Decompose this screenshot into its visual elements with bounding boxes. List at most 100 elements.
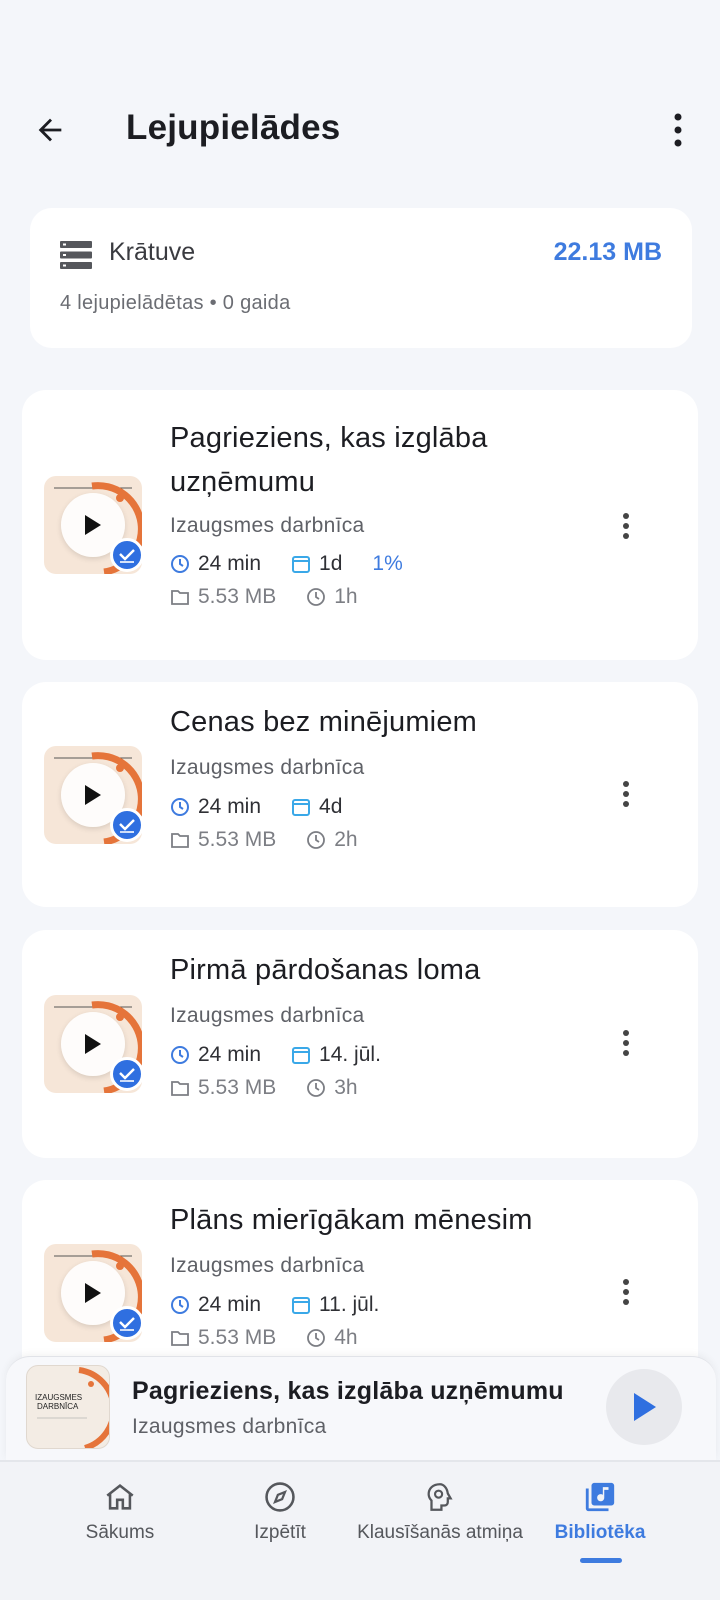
- episode-meta-secondary: 5.53 MB 2h: [170, 828, 388, 852]
- episode-thumbnail[interactable]: [44, 476, 144, 574]
- downloaded-badge: [110, 538, 144, 572]
- compass-icon: [265, 1482, 295, 1512]
- calendar-icon: [292, 1047, 311, 1064]
- more-vertical-icon: [674, 113, 682, 147]
- episode-author: Izaugsmes darbnīca: [170, 756, 365, 779]
- check-icon: [119, 1317, 135, 1331]
- brain-gear-icon: [427, 1483, 453, 1511]
- episode-author: Izaugsmes darbnīca: [170, 1004, 365, 1027]
- clock-icon: [171, 1046, 189, 1064]
- episode-meta-primary: 24 min 11. jūl.: [170, 1293, 409, 1317]
- storage-card: Krātuve 22.13 MB 4 lejupielādētas • 0 ga…: [30, 208, 692, 348]
- episode-meta-secondary: 5.53 MB 4h: [170, 1326, 388, 1350]
- file-size: 5.53 MB: [170, 828, 276, 852]
- mini-player-cover: IZAUGSMES DARBNĪCA: [26, 1365, 110, 1449]
- time-ago: 2h: [306, 828, 358, 852]
- nav-label: Sākums: [85, 1522, 155, 1543]
- storage-icon: [60, 241, 92, 269]
- episode-thumbnail[interactable]: [44, 746, 144, 844]
- play-icon: [634, 1393, 656, 1421]
- calendar-icon: [292, 556, 311, 573]
- episode-thumbnail[interactable]: [44, 1244, 144, 1342]
- time-ago: 4h: [306, 1326, 358, 1350]
- nav-item-explore[interactable]: Izpētīt: [190, 1480, 370, 1544]
- clock-icon: [307, 588, 326, 606]
- episode-meta-secondary: 5.53 MB 3h: [170, 1076, 388, 1100]
- check-icon: [119, 549, 135, 563]
- more-vertical-icon: [623, 513, 629, 539]
- back-button[interactable]: [30, 110, 70, 150]
- nav-item-library[interactable]: Bibliotēka: [510, 1480, 690, 1544]
- calendar-icon: [292, 1297, 311, 1314]
- episode-title: Cenas bez minējumiem: [170, 706, 478, 738]
- episode-title: Pagrieziens, kas izglāba uzņēmumu: [170, 422, 488, 498]
- mini-player-author: Izaugsmes darbnīca: [132, 1415, 327, 1438]
- nav-label: Klausīšanās atmiņa: [357, 1522, 523, 1543]
- more-vertical-icon: [623, 1030, 629, 1056]
- episode-title: Pirmā pārdošanas loma: [170, 954, 481, 986]
- more-options-button[interactable]: [658, 110, 698, 150]
- time-ago: 1h: [306, 585, 358, 609]
- folder-icon: [171, 590, 189, 605]
- mini-player-title: Pagrieziens, kas izglāba uzņēmumu: [132, 1377, 564, 1405]
- episode-more-button[interactable]: [606, 1272, 646, 1312]
- episode-meta-primary: 24 min 14. jūl.: [170, 1043, 411, 1067]
- library-music-icon: [585, 1482, 615, 1512]
- arrow-left-icon: [38, 118, 62, 142]
- clock-icon: [307, 1079, 326, 1097]
- bottom-navigation: Sākums Izpētīt Klausīšanās atmiņa Biblio…: [0, 1460, 720, 1600]
- episode-more-button[interactable]: [606, 506, 646, 546]
- play-icon: [85, 1034, 101, 1054]
- storage-label: Krātuve: [109, 238, 196, 266]
- episode-card[interactable]: Plāns mierīgākam mēnesim Izaugsmes darbn…: [22, 1180, 698, 1380]
- episode-meta-primary: 24 min 4d: [170, 795, 372, 819]
- nav-label: Bibliotēka: [554, 1522, 646, 1543]
- check-icon: [119, 1068, 135, 1082]
- page-title: Lejupielādes: [126, 108, 341, 147]
- episode-thumbnail[interactable]: [44, 995, 144, 1093]
- episode-meta-secondary: 5.53 MB 1h: [170, 585, 388, 609]
- mini-player-play-button[interactable]: [606, 1369, 682, 1445]
- nav-item-listening-memory[interactable]: Klausīšanās atmiņa: [350, 1480, 530, 1544]
- mini-player[interactable]: IZAUGSMES DARBNĪCA Pagrieziens, kas izgl…: [6, 1356, 716, 1460]
- episode-more-button[interactable]: [606, 774, 646, 814]
- storage-size: 22.13 MB: [553, 238, 662, 266]
- nav-item-home[interactable]: Sākums: [30, 1480, 210, 1544]
- play-icon: [85, 515, 101, 535]
- file-size: 5.53 MB: [170, 1076, 276, 1100]
- downloaded-badge: [110, 1057, 144, 1091]
- nav-label: Izpētīt: [254, 1522, 306, 1543]
- date: 4d: [291, 795, 342, 819]
- duration: 24 min: [170, 1293, 261, 1317]
- cover-title-line-1: IZAUGSMES: [35, 1393, 82, 1402]
- episode-more-button[interactable]: [606, 1023, 646, 1063]
- time-ago: 3h: [306, 1076, 358, 1100]
- top-app-bar: Lejupielādes: [0, 90, 720, 170]
- check-icon: [119, 819, 135, 833]
- home-icon: [106, 1484, 134, 1510]
- date: 11. jūl.: [291, 1293, 379, 1317]
- storage-summary: 4 lejupielādētas • 0 gaida: [60, 292, 291, 314]
- clock-icon: [307, 831, 326, 849]
- downloaded-badge: [110, 808, 144, 842]
- file-size: 5.53 MB: [170, 585, 276, 609]
- play-icon: [85, 785, 101, 805]
- clock-icon: [171, 798, 189, 816]
- episode-card[interactable]: Cenas bez minējumiem Izaugsmes darbnīca …: [22, 682, 698, 907]
- duration: 24 min: [170, 552, 261, 576]
- episode-card[interactable]: Pagrieziens, kas izglāba uzņēmumu Izaugs…: [22, 390, 698, 660]
- duration: 24 min: [170, 1043, 261, 1067]
- play-icon: [85, 1283, 101, 1303]
- episode-card[interactable]: Pirmā pārdošanas loma Izaugsmes darbnīca…: [22, 930, 698, 1158]
- clock-icon: [171, 555, 189, 573]
- cover-title-line-2: DARBNĪCA: [37, 1402, 79, 1411]
- date: 14. jūl.: [291, 1043, 381, 1067]
- episode-title: Plāns mierīgākam mēnesim: [170, 1204, 533, 1236]
- folder-icon: [171, 1081, 189, 1096]
- clock-icon: [307, 1329, 326, 1347]
- episode-meta-primary: 24 min 1d 1%: [170, 552, 433, 576]
- active-tab-indicator: [580, 1558, 622, 1563]
- folder-icon: [171, 833, 189, 848]
- calendar-icon: [292, 799, 311, 816]
- episode-author: Izaugsmes darbnīca: [170, 514, 365, 537]
